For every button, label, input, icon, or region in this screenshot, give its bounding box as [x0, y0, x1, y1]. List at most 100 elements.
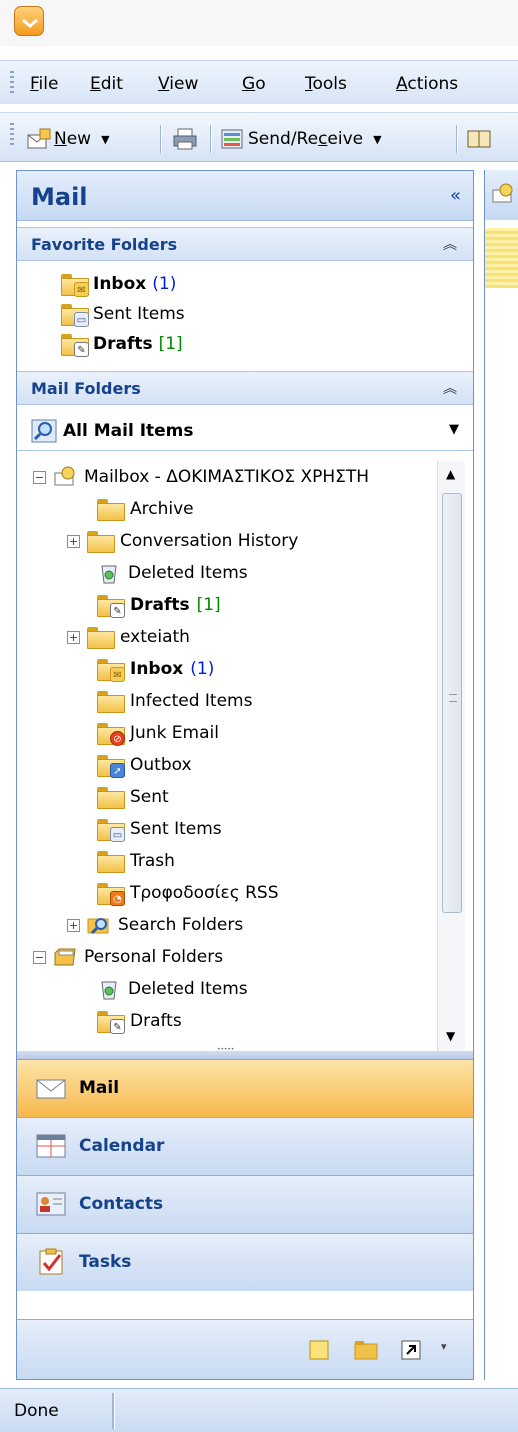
menu-actions[interactable]: Actions: [396, 74, 458, 94]
mail-folders-label: Mail Folders: [31, 379, 141, 398]
calendar-icon: [35, 1132, 67, 1165]
nav-button-contacts[interactable]: Contacts: [17, 1175, 473, 1233]
scroll-up-arrow-icon[interactable]: ▲: [446, 467, 455, 481]
new-item-icon: [26, 127, 51, 151]
menu-file[interactable]: File: [30, 74, 58, 94]
tree-item-deleted-items[interactable]: Deleted Items: [97, 557, 248, 589]
menu-bar: File Edit View Go Tools Actions: [0, 60, 518, 104]
search-folder-icon: [87, 913, 111, 937]
scrollbar-thumb[interactable]: [442, 493, 462, 913]
tree-item-junk-email[interactable]: ⊘ Junk Email: [97, 717, 219, 749]
drafts-folder-icon: ✎: [61, 334, 89, 357]
mailbox-icon: [53, 465, 77, 489]
menu-go[interactable]: Go: [242, 74, 266, 94]
menu-tools[interactable]: Tools: [305, 74, 347, 94]
send-receive-button[interactable]: Send/Receive ▼: [220, 125, 382, 153]
collapse-chevron-icon[interactable]: ︽: [443, 234, 457, 254]
tree-item-personal-deleted-items[interactable]: Deleted Items: [97, 973, 248, 1005]
tree-item-rss-feeds[interactable]: ◔ Τροφοδοσίες RSS: [97, 877, 278, 909]
menu-grip[interactable]: [10, 71, 14, 95]
personal-folders-icon: [53, 945, 77, 969]
tree-item-drafts[interactable]: ✎ Drafts [1]: [97, 589, 221, 621]
content-pane: [484, 170, 518, 1380]
expand-icon[interactable]: +: [67, 630, 80, 644]
nav-button-tasks[interactable]: Tasks: [17, 1233, 473, 1291]
junk-folder-icon: ⊘: [97, 723, 125, 746]
address-book-button[interactable]: [466, 125, 491, 153]
collapse-chevron-icon[interactable]: ︽: [443, 378, 457, 398]
mailbox-header-icon: [491, 182, 515, 211]
sent-items-folder-icon: ▭: [61, 304, 89, 327]
address-book-icon: [466, 127, 491, 151]
shortcuts-icon[interactable]: [399, 1338, 423, 1367]
tree-item-exteiath[interactable]: + exteiath: [67, 621, 190, 653]
printer-icon: [172, 127, 197, 151]
toolbar: New ▼ Send/Receive ▼: [0, 112, 518, 162]
nav-pane-title: Mail: [31, 183, 88, 211]
tree-item-conversation-history[interactable]: + Conversation History: [67, 525, 298, 557]
nav-button-mail[interactable]: Mail: [17, 1059, 473, 1117]
menu-view[interactable]: View: [158, 74, 198, 94]
tree-item-sent[interactable]: Sent: [97, 781, 169, 813]
toolbar-separator: [160, 125, 161, 153]
print-button[interactable]: [172, 125, 197, 153]
collapse-icon[interactable]: −: [33, 470, 46, 484]
folder-list-icon[interactable]: [353, 1338, 379, 1367]
scroll-grip-icon: [449, 694, 457, 702]
toolbar-grip[interactable]: [10, 123, 14, 147]
all-mail-items-dropdown[interactable]: All Mail Items ▼: [17, 411, 473, 451]
tree-item-mailbox[interactable]: − Mailbox - ΔΟΚΙΜΑΣΤΙΚΟΣ ΧΡΗΣΤΗ: [33, 461, 369, 493]
status-text: Done: [14, 1401, 59, 1421]
send-receive-icon: [220, 127, 244, 151]
sent-items-folder-icon: ▭: [97, 819, 125, 842]
folder-icon: [97, 787, 125, 809]
tree-item-personal-drafts[interactable]: ✎ Drafts: [97, 1005, 182, 1037]
nav-button-calendar[interactable]: Calendar: [17, 1117, 473, 1175]
new-button[interactable]: New ▼: [26, 125, 110, 153]
tree-item-inbox[interactable]: ✉ Inbox (1): [97, 653, 214, 685]
tree-item-archive[interactable]: Archive: [97, 493, 194, 525]
tree-item-outbox[interactable]: ➚ Outbox: [97, 749, 192, 781]
nav-pane-header: Mail «: [17, 171, 473, 221]
outlook-logo-icon[interactable]: [14, 6, 44, 36]
favorite-folder-sent-items[interactable]: ▭ Sent Items: [61, 299, 185, 329]
tree-item-infected-items[interactable]: Infected Items: [97, 685, 252, 717]
favorite-folders-header[interactable]: Favorite Folders ︽: [17, 227, 473, 261]
rss-folder-icon: ◔: [97, 883, 125, 906]
expand-icon[interactable]: +: [67, 918, 80, 932]
tree-item-personal-folders[interactable]: − Personal Folders: [33, 941, 223, 973]
new-dropdown-arrow-icon[interactable]: ▼: [101, 133, 109, 146]
collapse-nav-pane-button[interactable]: «: [450, 185, 461, 206]
tree-item-trash[interactable]: Trash: [97, 845, 175, 877]
toolbar-separator: [456, 125, 457, 153]
collapse-icon[interactable]: −: [33, 950, 46, 964]
favorite-folder-inbox[interactable]: ✉ Inbox (1): [61, 269, 176, 299]
folder-tree-scrollbar[interactable]: ▲ ▼: [437, 461, 465, 1051]
scroll-down-arrow-icon[interactable]: ▼: [446, 1029, 455, 1043]
drafts-folder-icon: ✎: [97, 595, 125, 618]
tree-item-search-folders[interactable]: + Search Folders: [67, 909, 243, 941]
tree-item-sent-items[interactable]: ▭ Sent Items: [97, 813, 222, 845]
folder-icon: [97, 851, 125, 873]
notes-icon[interactable]: [307, 1338, 331, 1367]
drafts-folder-icon: ✎: [97, 1011, 125, 1034]
folder-icon: [97, 691, 125, 713]
title-bar: [0, 0, 518, 46]
configure-buttons-dropdown-icon[interactable]: ▾: [441, 1340, 447, 1353]
folder-icon: [97, 499, 125, 521]
favorite-folder-drafts[interactable]: ✎ Drafts [1]: [61, 329, 183, 359]
expand-icon[interactable]: +: [67, 534, 80, 548]
dropdown-arrow-icon[interactable]: ▼: [449, 422, 459, 437]
info-bar: [485, 228, 518, 288]
nav-pane-shortcut-bar: ▾: [17, 1319, 473, 1379]
tasks-clipboard-icon: [35, 1248, 67, 1281]
trash-icon: [97, 561, 121, 585]
folder-tree: − Mailbox - ΔΟΚΙΜΑΣΤΙΚΟΣ ΧΡΗΣΤΗ Archive …: [17, 461, 473, 1051]
menu-edit[interactable]: Edit: [90, 74, 123, 94]
mail-folders-header[interactable]: Mail Folders ︽: [17, 371, 473, 405]
send-receive-dropdown-arrow-icon[interactable]: ▼: [373, 133, 381, 146]
trash-icon: [97, 977, 121, 1001]
mail-envelope-icon: [35, 1074, 67, 1107]
nav-pane-splitter[interactable]: [17, 1046, 473, 1059]
navigation-pane: Mail « Favorite Folders ︽ ✉ Inbox (1) ▭ …: [16, 170, 474, 1380]
